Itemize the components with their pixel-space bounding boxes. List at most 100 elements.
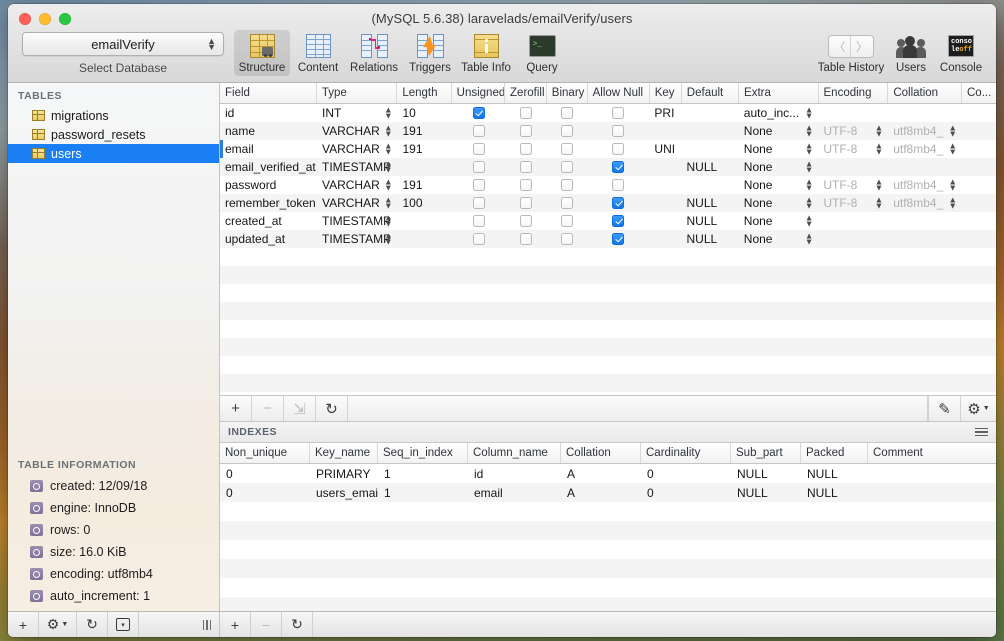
zoom-icon[interactable] (59, 13, 71, 25)
chevron-updown-icon[interactable]: ▲ ▼ (949, 142, 957, 155)
fields-table-row[interactable]: created_atTIMESTAMP▲▼NULLNone▲▼▲▼▲▼ (220, 212, 996, 230)
toolbar-console[interactable]: conso leoff Console (934, 30, 988, 76)
chevron-updown-icon[interactable]: ▲ ▼ (949, 124, 957, 137)
indexes-column-header[interactable]: Sub_part (731, 443, 801, 463)
indexes-column-header[interactable]: Comment (868, 443, 988, 463)
fields-column-header[interactable]: Type (317, 83, 398, 103)
fields-settings-button[interactable]: ⚙ ▼ (960, 396, 996, 421)
add-table-button[interactable]: + (8, 612, 39, 637)
fields-column-header[interactable]: Co... (962, 83, 996, 103)
fields-table-row[interactable]: remember_token VARCHAR ▲ ▼ 100 NULL None ▲ ▼ UTF-… (220, 194, 996, 212)
allow-null-checkbox[interactable] (612, 143, 625, 155)
indexes-column-header[interactable]: Non_unique (220, 443, 310, 463)
zerofill-checkbox[interactable] (519, 161, 532, 173)
chevron-updown-icon[interactable]: ▲ ▼ (805, 196, 813, 209)
fields-column-header[interactable]: Unsigned (452, 83, 506, 103)
binary-checkbox[interactable] (561, 161, 574, 173)
fields-table-row[interactable]: email VARCHAR ▲ ▼ 191 UNI None ▲ ▼ UTF-8 ▲ ▼ utf8mb4… (220, 140, 996, 158)
fields-table-row[interactable]: password VARCHAR ▲ ▼ 191 None ▲ ▼ UTF-8 ▲ ▼ utf8mb4… (220, 176, 996, 194)
chevron-updown-icon[interactable]: ▲ ▼ (875, 124, 883, 137)
add-index-button[interactable]: + (220, 612, 251, 637)
unsigned-checkbox[interactable] (472, 233, 485, 245)
indexes-table-row[interactable]: 0 users_email_... 1 email A 0 NULL NULL (220, 483, 996, 502)
indexes-column-header[interactable]: Collation (561, 443, 641, 463)
fields-table-row[interactable]: idINT▲▼10PRIauto_inc...▲▼▲▼▲▼ (220, 104, 996, 122)
chevron-updown-icon[interactable]: ▲ ▼ (384, 214, 392, 227)
toolbar-table-history[interactable]: 〈 〉 Table History (814, 30, 888, 76)
allow-null-checkbox[interactable] (612, 215, 625, 227)
indexes-column-header[interactable]: Column_name (468, 443, 561, 463)
zerofill-checkbox[interactable] (519, 179, 532, 191)
fields-column-header[interactable]: Extra (739, 83, 819, 103)
edit-field-button[interactable]: ✎ (928, 396, 960, 421)
toolbar-tab-content[interactable]: Content (290, 30, 346, 76)
unsigned-checkbox[interactable] (472, 125, 485, 137)
unsigned-checkbox[interactable] (472, 161, 485, 173)
toolbar-tab-relations[interactable]: Relations (346, 30, 402, 76)
table-actions-button[interactable]: ⚙ ▼ (39, 612, 77, 637)
indexes-column-header[interactable]: Key_name (310, 443, 378, 463)
toolbar-tab-triggers[interactable]: Triggers (402, 30, 458, 76)
indexes-column-header[interactable]: Seq_in_index (378, 443, 468, 463)
fields-column-header[interactable]: Binary (547, 83, 588, 103)
chevron-updown-icon[interactable]: ▲ ▼ (949, 178, 957, 191)
chevron-updown-icon[interactable]: ▲ ▼ (805, 106, 813, 119)
chevron-updown-icon[interactable]: ▲ ▼ (805, 160, 813, 173)
zerofill-checkbox[interactable] (519, 125, 532, 137)
chevron-updown-icon[interactable]: ▲ ▼ (384, 160, 392, 173)
chevron-updown-icon[interactable]: ▲ ▼ (384, 124, 392, 137)
chevron-updown-icon[interactable]: ▲ ▼ (949, 196, 957, 209)
binary-checkbox[interactable] (561, 215, 574, 227)
sidebar-table-item[interactable]: users (8, 144, 219, 163)
fields-column-header[interactable]: Field (220, 83, 317, 103)
chevron-updown-icon[interactable]: ▲ ▼ (384, 232, 392, 245)
duplicate-field-button[interactable]: ⇲ (284, 396, 316, 421)
toolbar-users[interactable]: Users (888, 30, 934, 76)
allow-null-checkbox[interactable] (612, 161, 625, 173)
fields-column-header[interactable]: Zerofill (505, 83, 547, 103)
hamburger-menu-icon[interactable] (975, 427, 988, 437)
indexes-table-row[interactable]: 0 PRIMARY 1 id A 0 NULL NULL (220, 464, 996, 483)
filter-tables-button[interactable]: ▾ (108, 612, 139, 637)
minimize-icon[interactable] (39, 13, 51, 25)
unsigned-checkbox[interactable] (472, 143, 485, 155)
chevron-updown-icon[interactable]: ▲ ▼ (875, 142, 883, 155)
fields-column-header[interactable]: Length (397, 83, 452, 103)
chevron-updown-icon[interactable]: ▲ ▼ (805, 214, 813, 227)
fields-table-row[interactable]: updated_atTIMESTAMP▲▼NULLNone▲▼▲▼▲▼ (220, 230, 996, 248)
allow-null-checkbox[interactable] (612, 233, 625, 245)
fields-column-header[interactable]: Allow Null (588, 83, 650, 103)
chevron-updown-icon[interactable]: ▲ ▼ (384, 196, 392, 209)
chevron-updown-icon[interactable]: ▲ ▼ (875, 178, 883, 191)
unsigned-checkbox[interactable] (472, 215, 485, 227)
remove-field-button[interactable]: − (252, 396, 284, 421)
binary-checkbox[interactable] (561, 107, 574, 119)
chevron-updown-icon[interactable]: ▲ ▼ (384, 106, 392, 119)
chevron-updown-icon[interactable]: ▲ ▼ (805, 124, 813, 137)
chevron-updown-icon[interactable]: ▲ ▼ (805, 178, 813, 191)
unsigned-checkbox[interactable] (472, 179, 485, 191)
allow-null-checkbox[interactable] (612, 125, 625, 137)
fields-column-header[interactable]: Default (682, 83, 740, 103)
add-field-button[interactable]: + (220, 396, 252, 421)
unsigned-checkbox[interactable] (472, 197, 485, 209)
toolbar-tab-query[interactable]: >_ Query (514, 30, 570, 76)
binary-checkbox[interactable] (561, 197, 574, 209)
remove-index-button[interactable]: − (251, 612, 282, 637)
close-icon[interactable] (19, 13, 31, 25)
database-select[interactable]: emailVerify ▲ ▼ (22, 32, 224, 56)
chevron-updown-icon[interactable]: ▲ ▼ (384, 178, 392, 191)
refresh-fields-button[interactable]: ↻ (316, 396, 348, 421)
fields-table-row[interactable]: email_verified_atTIMESTAMP▲▼NULLNone▲▼▲▼… (220, 158, 996, 176)
toolbar-tab-table-info[interactable]: Table Info (458, 30, 514, 76)
fields-column-header[interactable]: Key (650, 83, 682, 103)
sidebar-table-item[interactable]: password_resets (8, 125, 219, 144)
resize-grip-icon[interactable] (202, 619, 211, 630)
indexes-column-header[interactable]: Packed (801, 443, 868, 463)
zerofill-checkbox[interactable] (519, 143, 532, 155)
binary-checkbox[interactable] (561, 125, 574, 137)
allow-null-checkbox[interactable] (612, 107, 625, 119)
allow-null-checkbox[interactable] (612, 179, 625, 191)
binary-checkbox[interactable] (561, 179, 574, 191)
refresh-indexes-button[interactable]: ↻ (282, 612, 313, 637)
